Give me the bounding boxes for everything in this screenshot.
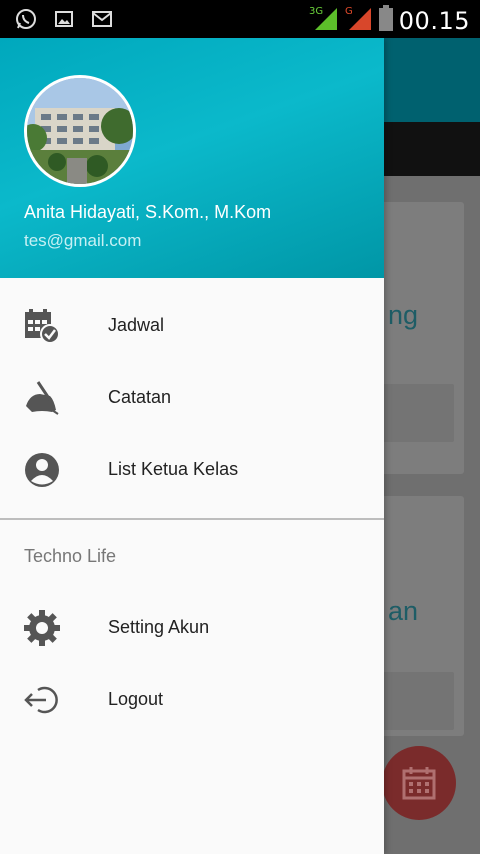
signal-g-icon: G xyxy=(345,4,373,37)
user-email: tes@gmail.com xyxy=(24,231,142,250)
avatar[interactable] xyxy=(24,75,136,187)
image-icon xyxy=(52,7,76,31)
user-name: Anita Hidayati, S.Kom., M.Kom xyxy=(24,202,272,222)
notification-icons xyxy=(14,7,114,31)
menu-item-catatan[interactable]: Catatan xyxy=(0,362,384,434)
menu-divider xyxy=(0,518,384,520)
menu-item-jadwal[interactable]: Jadwal xyxy=(0,290,384,362)
gmail-icon xyxy=(90,7,114,31)
menu-item-label: Catatan xyxy=(108,387,172,407)
hand-writing-icon xyxy=(24,380,60,416)
menu-item-label: Setting Akun xyxy=(108,617,210,637)
clock: 00.15 xyxy=(398,6,470,35)
signal-3g-icon: 3G xyxy=(309,4,339,37)
account-circle-icon xyxy=(24,452,60,488)
system-icons: 3G G 00.15 xyxy=(309,4,470,37)
network-g-label: G xyxy=(345,6,353,17)
network-3g-label: 3G xyxy=(309,6,323,17)
menu-item-setting-akun[interactable]: Setting Akun xyxy=(0,592,384,664)
status-bar: 3G G 00.15 xyxy=(0,0,480,38)
menu-item-label: List Ketua Kelas xyxy=(108,459,239,479)
calendar-fab-button[interactable] xyxy=(382,746,456,820)
gear-icon xyxy=(24,610,60,646)
card-title: an xyxy=(388,596,419,626)
menu-item-list-ketua-kelas[interactable]: List Ketua Kelas xyxy=(0,434,384,506)
whatsapp-icon xyxy=(14,7,38,31)
menu-item-logout[interactable]: Logout xyxy=(0,664,384,736)
menu-item-label: Logout xyxy=(108,689,164,709)
menu-item-label: Jadwal xyxy=(108,315,165,335)
section-title: Techno Life xyxy=(24,546,117,566)
profile-photo xyxy=(27,78,133,184)
calendar-check-icon xyxy=(24,308,60,344)
calendar-icon xyxy=(402,767,436,800)
battery-icon xyxy=(378,5,393,36)
logout-icon xyxy=(24,682,60,718)
navigation-drawer[interactable]: Anita Hidayati, S.Kom., M.Kom tes@gmail.… xyxy=(0,38,384,854)
drawer-header: Anita Hidayati, S.Kom., M.Kom tes@gmail.… xyxy=(0,38,384,278)
card-title: ng xyxy=(388,300,419,330)
